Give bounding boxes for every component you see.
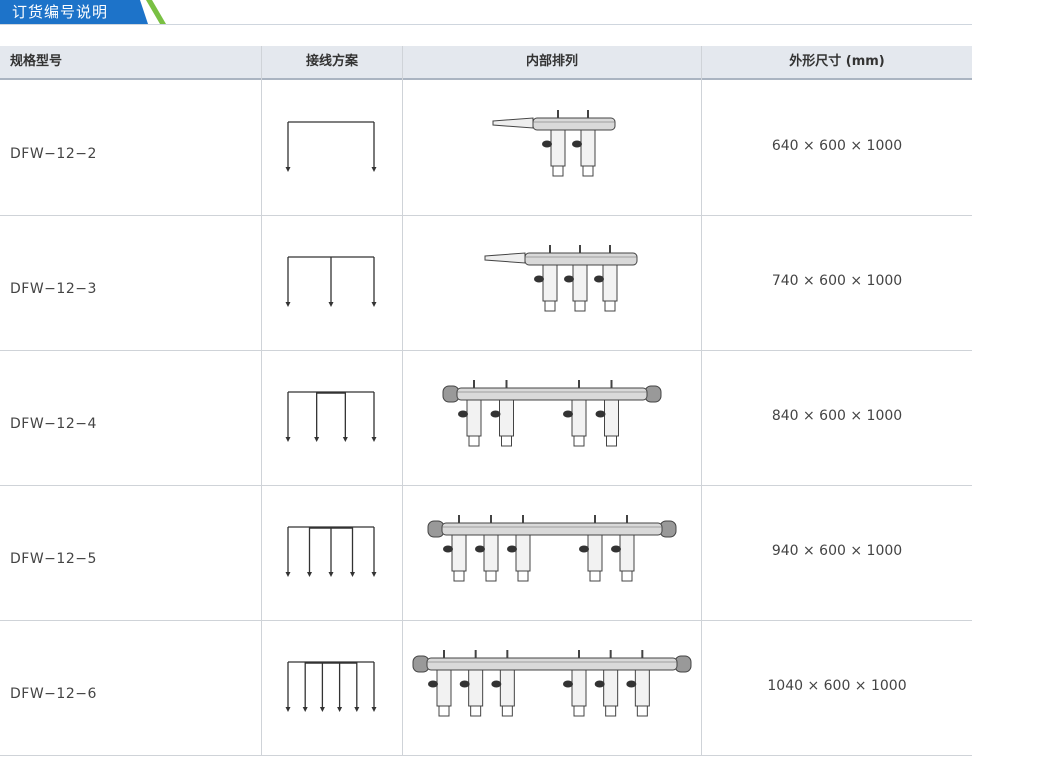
table-header: 规格型号 接线方案 内部排列 外形尺寸 (mm) <box>0 46 972 80</box>
row-dimensions: 940 × 600 × 1000 <box>771 543 903 559</box>
header-wiring: 接线方案 <box>305 54 358 69</box>
busbar-tube <box>441 522 663 536</box>
table-row: DFW−12−4 840 × 600 × 1000 <box>0 350 972 486</box>
busbar-tube <box>532 117 616 131</box>
arrangement-cell <box>403 215 701 350</box>
wiring-scheme-cell <box>262 215 402 350</box>
row-dimensions: 740 × 600 × 1000 <box>771 273 903 289</box>
switchgear-arrangement-drawing <box>442 380 662 447</box>
row-model: DFW−12−5 <box>10 551 97 567</box>
table-row: DFW−12−6 1040 × 600 × 1000 <box>0 620 972 756</box>
wiring-arrow <box>285 707 291 712</box>
wiring-diagram <box>285 256 377 307</box>
wiring-arrow <box>285 437 291 442</box>
wiring-scheme-cell <box>262 485 402 620</box>
wiring-arrow <box>342 437 348 442</box>
switchgear-arrangement-drawing <box>484 245 638 312</box>
column-divider <box>701 46 702 755</box>
row-model: DFW−12−6 <box>10 686 97 702</box>
wiring-arrow <box>354 707 360 712</box>
wiring-arrow <box>307 572 312 577</box>
table-row: DFW−12−5 940 × 600 × 1000 <box>0 485 972 621</box>
column-divider <box>261 46 262 755</box>
header-arrangement: 内部排列 <box>525 54 578 69</box>
wiring-scheme-cell <box>262 620 402 755</box>
wiring-arrow <box>337 707 343 712</box>
wiring-arrow <box>371 167 377 172</box>
wiring-arrow <box>285 572 291 577</box>
header-dimensions: 外形尺寸 (mm) <box>789 54 885 69</box>
wiring-arrow <box>371 572 377 577</box>
arrangement-cell <box>403 485 701 620</box>
wiring-scheme-cell <box>262 350 402 485</box>
arrangement-cell <box>403 350 701 485</box>
table-row: DFW−12−2 640 × 600 × 1000 <box>0 80 972 216</box>
wiring-arrow <box>371 437 377 442</box>
switchgear-arrangement-drawing <box>412 650 692 717</box>
wiring-arrow <box>328 572 334 577</box>
busbar-tube <box>524 252 638 266</box>
row-dimensions: 840 × 600 × 1000 <box>771 408 903 424</box>
arrangement-cell <box>403 80 701 215</box>
wiring-arrow <box>350 572 355 577</box>
row-model: DFW−12−2 <box>10 146 97 162</box>
section-title: 订货编号说明 <box>12 3 109 21</box>
wiring-diagram <box>285 661 377 712</box>
header-model: 规格型号 <box>10 54 63 69</box>
wiring-diagram <box>285 121 377 172</box>
wiring-arrow <box>328 302 334 307</box>
busbar-tube <box>426 657 678 671</box>
section-accent-stripe <box>146 0 166 24</box>
table-row: DFW−12−3 740 × 600 × 1000 <box>0 215 972 351</box>
wiring-diagram <box>285 391 377 442</box>
busbar-tube <box>456 387 648 401</box>
section-header: 订货编号说明 <box>0 0 972 25</box>
column-divider <box>402 46 403 755</box>
wiring-arrow <box>285 167 291 172</box>
wiring-arrow <box>302 707 308 712</box>
wiring-arrow <box>285 302 291 307</box>
switchgear-arrangement-drawing <box>492 110 616 177</box>
wiring-scheme-cell <box>262 80 402 215</box>
row-dimensions: 640 × 600 × 1000 <box>771 138 903 154</box>
wiring-arrow <box>319 707 325 712</box>
row-model: DFW−12−3 <box>10 281 97 297</box>
wiring-diagram <box>285 526 377 577</box>
arrangement-cell <box>403 620 701 755</box>
wiring-arrow <box>371 302 377 307</box>
wiring-arrow <box>371 707 377 712</box>
switchgear-arrangement-drawing <box>427 515 677 582</box>
row-model: DFW−12−4 <box>10 416 97 432</box>
wiring-arrow <box>314 437 320 442</box>
row-dimensions: 1040 × 600 × 1000 <box>767 678 907 694</box>
